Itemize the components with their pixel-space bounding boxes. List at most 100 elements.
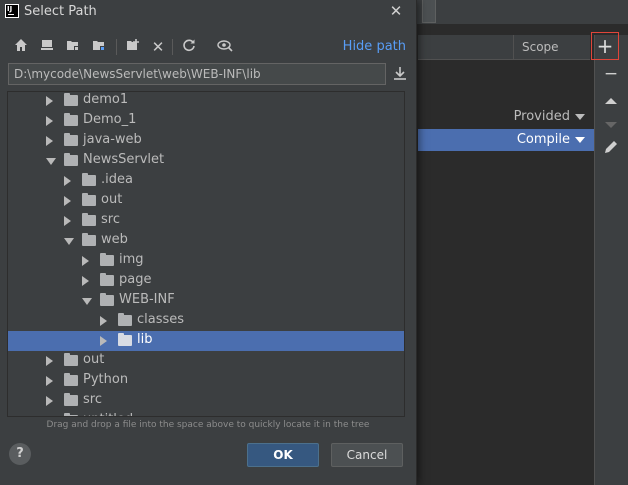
delete-icon[interactable]: ✕ (149, 38, 167, 56)
folder-icon (64, 353, 78, 366)
chevron-right-icon[interactable] (64, 216, 71, 226)
folder-icon (82, 213, 96, 226)
chevron-down-icon[interactable] (46, 158, 56, 165)
tree-row[interactable]: java-web (8, 131, 404, 151)
chevron-right-icon[interactable] (46, 116, 53, 126)
chevron-right-icon[interactable] (100, 336, 107, 346)
tree-row[interactable]: src (8, 211, 404, 231)
chevron-right-icon[interactable] (82, 276, 89, 286)
dependency-row-provided[interactable]: Provided (418, 106, 594, 128)
tree-item-label: page (119, 272, 152, 287)
edit-icon[interactable] (599, 138, 623, 162)
tree-row[interactable]: img (8, 251, 404, 271)
chevron-right-icon[interactable] (46, 416, 53, 417)
folder-icon (64, 93, 78, 106)
module-folder-icon[interactable] (90, 38, 108, 56)
tree-row[interactable]: Python (8, 371, 404, 391)
tree-row[interactable]: Demo_1 (8, 111, 404, 131)
tree-item-label: Python (83, 372, 129, 387)
tree-item-label: demo1 (83, 92, 129, 107)
path-input[interactable]: D:\mycode\NewsServlet\web\WEB-INF\lib (8, 63, 386, 85)
close-icon[interactable]: ✕ (386, 1, 406, 21)
tree-item-label: img (119, 252, 144, 267)
dialog-title: Select Path (24, 4, 97, 19)
toolbar-separator (116, 39, 117, 55)
tree-row[interactable]: WEB-INF (8, 291, 404, 311)
tree-item-label: java-web (83, 132, 142, 147)
drag-drop-hint: Drag and drop a file into the space abov… (46, 420, 370, 430)
file-tree[interactable]: untitled src Python out lib classes WEB-INF pag… (7, 91, 405, 417)
tree-row[interactable]: untitled (8, 411, 404, 417)
ok-button[interactable]: OK (247, 443, 319, 467)
folder-icon (64, 113, 78, 126)
chevron-right-icon[interactable] (64, 196, 71, 206)
cancel-button[interactable]: Cancel (331, 443, 403, 467)
refresh-icon[interactable] (180, 38, 198, 56)
folder-icon (100, 273, 114, 286)
chevron-down-icon[interactable] (64, 238, 74, 245)
chevron-right-icon[interactable] (64, 176, 71, 186)
tree-item-label: NewsServlet (83, 152, 165, 167)
chevron-right-icon[interactable] (46, 376, 53, 386)
tree-row[interactable]: .idea (8, 171, 404, 191)
tree-item-label: lib (137, 332, 153, 347)
folder-icon (64, 413, 78, 416)
remove-icon[interactable]: − (599, 62, 623, 86)
tree-row[interactable]: classes (8, 311, 404, 331)
folder-icon (64, 133, 78, 146)
tree-row[interactable]: web (8, 231, 404, 251)
tree-scrollbar[interactable] (404, 288, 405, 354)
tree-item-label: classes (137, 312, 185, 327)
folder-icon (64, 393, 78, 406)
chevron-down-icon[interactable] (575, 114, 585, 120)
tree-row[interactable]: out (8, 351, 404, 371)
download-icon[interactable] (390, 64, 410, 84)
move-down-icon (599, 113, 623, 137)
tree-item-label: Demo_1 (83, 112, 137, 127)
chevron-right-icon[interactable] (100, 316, 107, 326)
chevron-right-icon[interactable] (46, 356, 53, 366)
new-folder-icon[interactable] (124, 38, 142, 56)
tree-item-label: WEB-INF (119, 292, 175, 307)
tree-item-label: web (101, 232, 128, 247)
chevron-right-icon[interactable] (46, 396, 53, 406)
tree-item-label: src (83, 392, 102, 407)
hide-path-link[interactable]: Hide path (343, 39, 406, 54)
chevron-right-icon[interactable] (46, 136, 53, 146)
tree-row[interactable]: src (8, 391, 404, 411)
intellij-logo-icon: IJ (5, 4, 19, 18)
home-icon[interactable] (12, 38, 30, 56)
chevron-down-icon[interactable] (575, 137, 585, 143)
folder-icon (118, 313, 132, 326)
move-up-icon[interactable] (599, 89, 623, 113)
tree-item-label: out (83, 352, 105, 367)
folder-icon (100, 253, 114, 266)
scope-value[interactable]: Provided (514, 109, 570, 124)
select-path-dialog: IJ Select Path ✕ ✕ Hide path D:\mycode\N… (0, 0, 417, 485)
tree-row[interactable]: page (8, 271, 404, 291)
tree-row[interactable]: lib (8, 331, 404, 351)
dialog-titlebar: IJ Select Path ✕ (0, 0, 416, 24)
show-hidden-icon[interactable] (216, 38, 234, 56)
chevron-down-icon[interactable] (82, 298, 92, 305)
chevron-right-icon[interactable] (82, 256, 89, 266)
tree-row[interactable]: demo1 (8, 92, 404, 111)
folder-icon (64, 373, 78, 386)
tree-row[interactable]: NewsServlet (8, 151, 404, 171)
toolbar-separator (172, 39, 173, 55)
add-icon[interactable]: + (591, 32, 619, 60)
folder-icon (82, 173, 96, 186)
dependencies-sidebar: + − (591, 32, 628, 485)
project-folder-icon[interactable] (64, 38, 82, 56)
dependency-row-compile[interactable]: Compile (418, 129, 594, 151)
help-button[interactable]: ? (9, 443, 31, 465)
tree-item-label: src (101, 212, 120, 227)
chevron-right-icon[interactable] (46, 96, 53, 106)
background-toolbar-button[interactable] (422, 0, 436, 23)
scope-column-header[interactable]: Scope (522, 40, 559, 54)
tree-item-label: out (101, 192, 123, 207)
scope-value[interactable]: Compile (517, 132, 570, 147)
tree-row[interactable]: out (8, 191, 404, 211)
desktop-icon[interactable] (38, 38, 56, 56)
file-chooser-toolbar: ✕ Hide path (8, 36, 412, 58)
